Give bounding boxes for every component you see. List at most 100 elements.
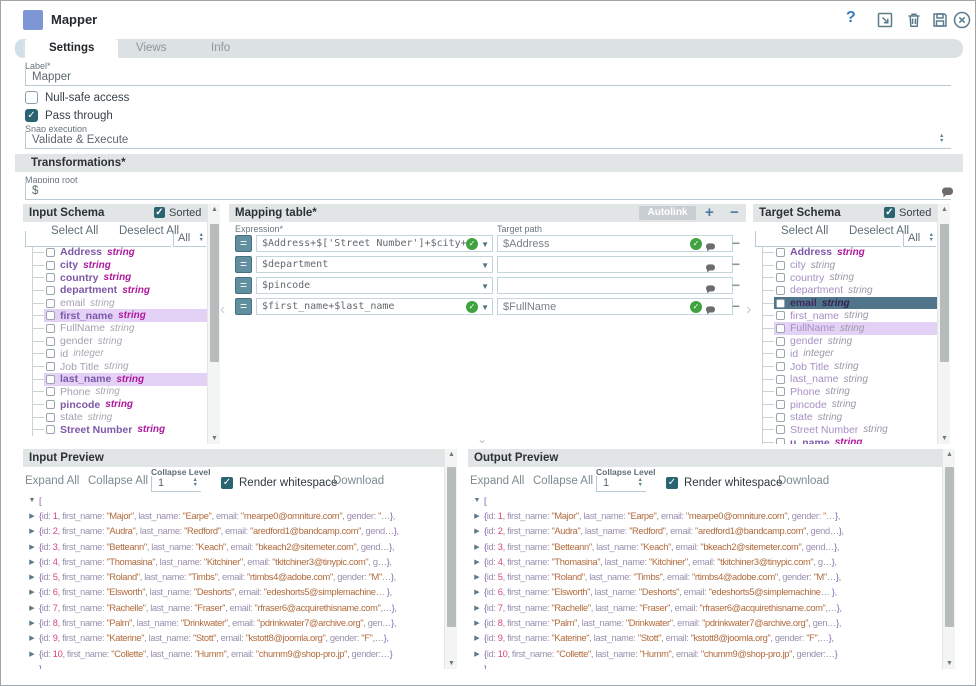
- schema-item[interactable]: Phonestring: [33, 386, 207, 399]
- close-icon[interactable]: [952, 10, 972, 30]
- schema-item-checkbox[interactable]: [46, 311, 55, 320]
- snap-execution-select[interactable]: Validate & Execute: [25, 132, 951, 149]
- target-schema-scrollbar[interactable]: ▲ ▼: [937, 204, 950, 444]
- target-schema-filter-input[interactable]: [755, 231, 901, 247]
- add-row-button[interactable]: +: [705, 204, 714, 222]
- schema-item[interactable]: genderstring: [33, 335, 207, 348]
- input-schema-filter-input[interactable]: [25, 231, 171, 247]
- schema-item-checkbox[interactable]: [46, 248, 55, 257]
- schema-item-checkbox[interactable]: [46, 299, 55, 308]
- schema-item-checkbox[interactable]: [46, 413, 55, 422]
- schema-item[interactable]: countrystring: [763, 271, 937, 284]
- collapse-toggle-icon[interactable]: ▼: [470, 497, 484, 504]
- mapping-root-comment-icon[interactable]: [941, 187, 954, 198]
- expression-dropdown-icon[interactable]: ▼: [481, 282, 489, 291]
- expand-toggle-icon[interactable]: ▶: [470, 573, 484, 581]
- input-schema-scrollbar[interactable]: ▲ ▼: [207, 204, 220, 444]
- schema-item[interactable]: Phonestring: [763, 386, 937, 399]
- schema-item[interactable]: departmentstring: [763, 284, 937, 297]
- expand-toggle-icon[interactable]: ▶: [25, 543, 39, 551]
- expression-dropdown-icon[interactable]: ▼: [481, 261, 489, 270]
- delete-icon[interactable]: [904, 10, 924, 30]
- scroll-up-icon[interactable]: ▲: [943, 451, 956, 458]
- expand-toggle-icon[interactable]: ▶: [470, 558, 484, 566]
- scroll-down-icon[interactable]: ▼: [208, 435, 221, 442]
- schema-item[interactable]: first_namestring: [763, 309, 937, 322]
- input-preview-scrollbar[interactable]: ▲ ▼: [444, 449, 457, 669]
- label-field[interactable]: Mapper: [25, 69, 951, 86]
- schema-item-checkbox[interactable]: [46, 362, 55, 371]
- schema-item[interactable]: citystring: [763, 259, 937, 272]
- scroll-up-icon[interactable]: ▲: [208, 206, 221, 213]
- schema-item[interactable]: countrystring: [33, 271, 207, 284]
- delete-mapping-row-icon[interactable]: −: [732, 235, 740, 251]
- input-expand-all[interactable]: Expand All: [25, 475, 79, 487]
- comment-icon[interactable]: [705, 302, 716, 315]
- schema-item-checkbox[interactable]: [776, 324, 785, 333]
- mapping-root-field[interactable]: $: [25, 183, 951, 200]
- delete-mapping-row-icon[interactable]: −: [732, 277, 740, 293]
- expression-dropdown-icon[interactable]: ▼: [481, 303, 489, 312]
- expand-toggle-icon[interactable]: ▶: [470, 527, 484, 535]
- expression-field[interactable]: $Address+$['Street Number']+$city+$✓▼: [256, 235, 493, 252]
- target-path-field[interactable]: [497, 277, 733, 294]
- schema-item-checkbox[interactable]: [776, 248, 785, 257]
- schema-item[interactable]: emailstring: [33, 297, 207, 310]
- schema-item-checkbox[interactable]: [776, 425, 785, 434]
- schema-item[interactable]: idinteger: [33, 348, 207, 361]
- expand-toggle-icon[interactable]: ▶: [25, 650, 39, 658]
- schema-item-checkbox[interactable]: [776, 273, 785, 282]
- expand-toggle-icon[interactable]: ▶: [25, 573, 39, 581]
- remove-row-button[interactable]: −: [730, 204, 739, 222]
- pass-through-checkbox[interactable]: ✓: [25, 109, 38, 122]
- schema-item-checkbox[interactable]: [776, 387, 785, 396]
- schema-item[interactable]: FullNamestring: [33, 322, 207, 335]
- scroll-up-icon[interactable]: ▲: [938, 206, 951, 213]
- schema-item-checkbox[interactable]: [46, 349, 55, 358]
- expand-toggle-icon[interactable]: ▶: [470, 604, 484, 612]
- scroll-thumb[interactable]: [940, 224, 949, 362]
- null-safe-checkbox[interactable]: [25, 91, 38, 104]
- output-download[interactable]: Download: [778, 475, 829, 487]
- expand-toggle-icon[interactable]: ▶: [25, 604, 39, 612]
- schema-item-checkbox[interactable]: [46, 286, 55, 295]
- expand-toggle-icon[interactable]: ▶: [25, 558, 39, 566]
- target-sorted-checkbox[interactable]: ✓: [884, 207, 895, 218]
- expand-toggle-icon[interactable]: ▶: [25, 512, 39, 520]
- scroll-down-icon[interactable]: ▼: [938, 435, 951, 442]
- schema-item-checkbox[interactable]: [46, 273, 55, 282]
- scroll-up-icon[interactable]: ▲: [445, 451, 458, 458]
- schema-item-checkbox[interactable]: [46, 387, 55, 396]
- expand-toggle-icon[interactable]: ▶: [25, 634, 39, 642]
- schema-item-checkbox[interactable]: [776, 286, 785, 295]
- schema-item[interactable]: departmentstring: [33, 284, 207, 297]
- comment-icon[interactable]: [705, 260, 716, 273]
- schema-item[interactable]: first_namestring: [33, 309, 207, 322]
- expression-toggle-button[interactable]: =: [235, 298, 252, 315]
- schema-item-checkbox[interactable]: [46, 400, 55, 409]
- output-render-whitespace-checkbox[interactable]: ✓: [666, 477, 678, 489]
- schema-item-checkbox[interactable]: [776, 299, 785, 308]
- schema-item-checkbox[interactable]: [776, 413, 785, 422]
- schema-item[interactable]: Street Numberstring: [763, 424, 937, 437]
- schema-item[interactable]: genderstring: [763, 335, 937, 348]
- scroll-down-icon[interactable]: ▼: [445, 660, 458, 667]
- input-collapse-all[interactable]: Collapse All: [88, 475, 148, 487]
- mapping-table-expand-icon[interactable]: ⌄: [477, 432, 487, 446]
- delete-mapping-row-icon[interactable]: −: [732, 256, 740, 272]
- schema-item-checkbox[interactable]: [776, 337, 785, 346]
- tab-views[interactable]: Views: [136, 39, 166, 58]
- schema-item[interactable]: citystring: [33, 259, 207, 272]
- input-sorted-checkbox[interactable]: ✓: [154, 207, 165, 218]
- expand-toggle-icon[interactable]: ▶: [25, 527, 39, 535]
- expression-field[interactable]: $first_name+$last_name✓▼: [256, 298, 493, 315]
- expression-field[interactable]: $department▼: [256, 256, 493, 273]
- schema-item-checkbox[interactable]: [776, 261, 785, 270]
- scroll-down-icon[interactable]: ▼: [943, 660, 956, 667]
- expand-toggle-icon[interactable]: ▶: [470, 634, 484, 642]
- help-icon[interactable]: ?: [846, 9, 866, 29]
- input-collapse-level-input[interactable]: 1 ▲▼: [151, 476, 201, 492]
- output-collapse-all[interactable]: Collapse All: [533, 475, 593, 487]
- expand-toggle-icon[interactable]: ▶: [470, 619, 484, 627]
- tab-info[interactable]: Info: [211, 39, 230, 58]
